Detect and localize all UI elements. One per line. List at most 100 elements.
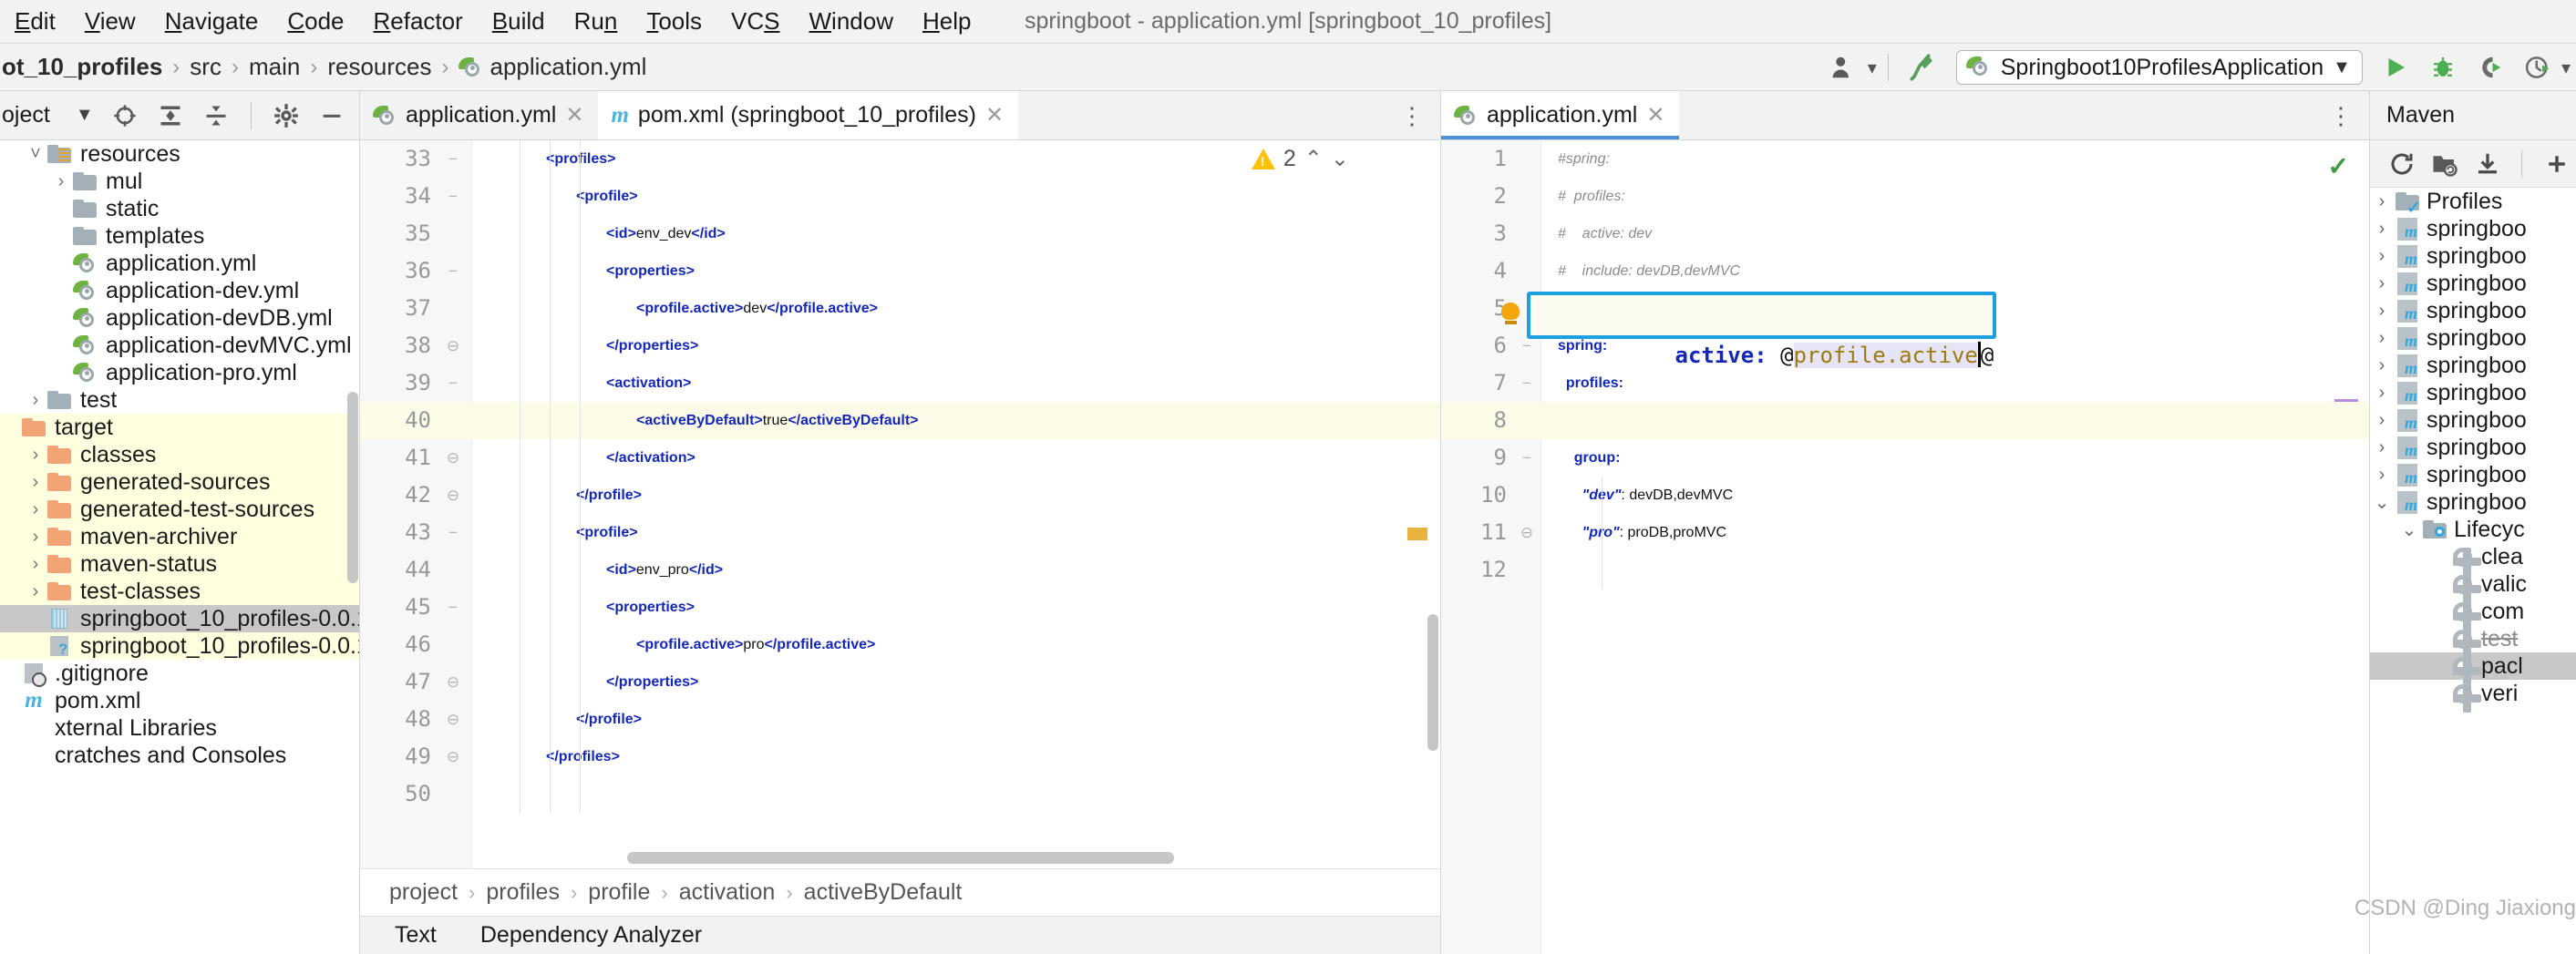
tree-item[interactable]: › maven-status	[0, 550, 359, 578]
maven-tree-item[interactable]: › springboo	[2370, 215, 2576, 242]
close-icon[interactable]: ✕	[985, 102, 1004, 128]
fold-marker-icon[interactable]: ⊖	[444, 663, 462, 701]
menu-help[interactable]: Help	[908, 7, 985, 36]
tree-twisty-icon[interactable]: ⌄	[2397, 518, 2421, 541]
maven-tree-item[interactable]: › springboo	[2370, 352, 2576, 379]
close-icon[interactable]: ✕	[565, 102, 583, 128]
user-icon[interactable]	[1820, 46, 1868, 88]
bottom-tab-text[interactable]: Text	[395, 922, 437, 949]
tree-item[interactable]: application-devDB.yml	[0, 304, 359, 332]
maven-tree-item[interactable]: ⌄ springboo	[2370, 488, 2576, 516]
tab-options-icon[interactable]: ⋮	[2325, 91, 2356, 140]
add-icon[interactable]	[2537, 144, 2576, 184]
menu-build[interactable]: Build	[478, 7, 560, 36]
expand-all-icon[interactable]	[149, 96, 192, 136]
tree-twisty-icon[interactable]: ›	[2370, 410, 2394, 431]
tree-twisty-icon[interactable]: ›	[26, 390, 46, 411]
tree-twisty-icon[interactable]: ›	[2370, 301, 2394, 322]
tree-twisty-icon[interactable]: ›	[2370, 465, 2394, 486]
horizontal-scrollbar[interactable]	[627, 852, 1174, 864]
maven-tree-item[interactable]: › springboo	[2370, 270, 2576, 297]
tree-twisty-icon[interactable]: ›	[26, 472, 46, 493]
tree-item[interactable]: › mul	[0, 168, 359, 195]
xml-breadcrumb-segment-1[interactable]: profiles	[486, 879, 560, 906]
tree-twisty-icon[interactable]: ⌄	[2370, 491, 2394, 514]
run-coverage-icon[interactable]	[2467, 46, 2514, 88]
breadcrumb-segment-4[interactable]: application.yml	[489, 53, 646, 81]
next-warning-icon[interactable]: ⌄	[1331, 146, 1349, 172]
reload-icon[interactable]	[2383, 144, 2422, 184]
tree-item[interactable]: springboot_10_profiles-0.0.1-	[0, 632, 359, 660]
tree-item[interactable]: m pom.xml	[0, 687, 359, 714]
maven-tree-item[interactable]: › springboo	[2370, 434, 2576, 461]
chevron-down-icon[interactable]: ▼	[76, 105, 94, 126]
tree-item[interactable]: application-pro.yml	[0, 359, 359, 386]
tree-twisty-icon[interactable]: ›	[51, 171, 71, 192]
tree-twisty-icon[interactable]: ›	[26, 499, 46, 520]
settings-gear-icon[interactable]	[264, 96, 308, 136]
tree-item[interactable]: application-dev.yml	[0, 277, 359, 304]
tree-item[interactable]: › test-classes	[0, 578, 359, 605]
maven-tree-item[interactable]: › springboo	[2370, 242, 2576, 270]
maven-tree-item[interactable]: › ✓ Profiles	[2370, 188, 2576, 219]
tree-twisty-icon[interactable]: ›	[26, 554, 46, 575]
maven-tree-item[interactable]: › springboo	[2370, 324, 2576, 352]
maven-tree-item[interactable]: ⌄ Lifecyc	[2370, 516, 2576, 543]
fold-marker-icon[interactable]: ⊖	[444, 327, 462, 364]
menu-window[interactable]: Window	[795, 7, 908, 36]
menu-navigate[interactable]: Navigate	[150, 7, 273, 36]
maven-tree-item[interactable]: › springboo	[2370, 297, 2576, 324]
xml-editor[interactable]: 2 ⌃ ⌄ 33−<profiles>34−<profile>35<id>env…	[360, 140, 1440, 954]
tree-item[interactable]: cratches and Consoles	[0, 742, 359, 769]
xml-breadcrumb-segment-3[interactable]: activation	[679, 879, 776, 906]
hide-panel-icon[interactable]	[310, 96, 354, 136]
tree-item[interactable]: springboot_10_profiles-0.0.1-	[0, 605, 359, 632]
menu-vcs[interactable]: VCS	[716, 7, 794, 36]
project-scrollbar[interactable]	[347, 392, 358, 583]
tree-item[interactable]: application-devMVC.yml	[0, 332, 359, 359]
maven-tree-item[interactable]: pacl	[2370, 652, 2576, 685]
xml-breadcrumb-segment-0[interactable]: project	[389, 879, 458, 906]
fold-marker-icon[interactable]: −	[1518, 439, 1536, 477]
menu-code[interactable]: Code	[273, 7, 358, 36]
breadcrumb-segment-3[interactable]: resources	[327, 53, 431, 81]
fold-marker-icon[interactable]: ⊖	[444, 738, 462, 775]
tree-item[interactable]: target	[0, 414, 359, 441]
maven-tree-item[interactable]: › springboo	[2370, 461, 2576, 488]
fold-marker-icon[interactable]: −	[444, 252, 462, 290]
chevron-down-icon[interactable]: ▼	[2333, 57, 2351, 78]
tree-item[interactable]: › generated-test-sources	[0, 496, 359, 523]
editor-tab[interactable]: m pom.xml (springboot_10_profiles) ✕	[598, 91, 1019, 139]
menu-edit[interactable]: Edit	[0, 7, 70, 36]
inline-rename-input[interactable]: active: @profile.active @	[1527, 292, 1996, 368]
editor-tab[interactable]: application.yml ✕	[1441, 91, 1680, 139]
tree-item[interactable]: static	[0, 195, 359, 222]
tree-item[interactable]: .gitignore	[0, 660, 359, 687]
maven-tree-item[interactable]: veri	[2370, 680, 2576, 713]
tree-twisty-icon[interactable]: ›	[26, 581, 46, 602]
tree-twisty-icon[interactable]: ›	[2370, 219, 2394, 240]
fold-marker-icon[interactable]: −	[444, 589, 462, 626]
run-icon[interactable]	[2372, 46, 2419, 88]
tree-twisty-icon[interactable]: ›	[2370, 383, 2394, 404]
fold-marker-icon[interactable]: ⊖	[444, 439, 462, 477]
chevron-down-icon[interactable]: ▾	[1868, 56, 1877, 79]
tree-item[interactable]: application.yml	[0, 250, 359, 277]
run-configuration-selector[interactable]: Springboot10ProfilesApplication ▼	[1955, 50, 2363, 85]
menu-view[interactable]: View	[70, 7, 150, 36]
editor-tab[interactable]: application.yml ✕	[360, 91, 599, 139]
fold-marker-icon[interactable]: −	[444, 178, 462, 215]
xml-breadcrumb-segment-2[interactable]: profile	[588, 879, 650, 906]
maven-tree[interactable]: ›✓Profiles›springboo›springboo›springboo…	[2370, 188, 2576, 954]
xml-breadcrumb-segment-4[interactable]: activeByDefault	[804, 879, 963, 906]
tree-item[interactable]: templates	[0, 222, 359, 250]
collapse-all-icon[interactable]	[194, 96, 238, 136]
tree-item[interactable]: › generated-sources	[0, 468, 359, 496]
fold-marker-icon[interactable]: ⊖	[1518, 514, 1536, 551]
tree-item[interactable]: xternal Libraries	[0, 714, 359, 742]
close-icon[interactable]: ✕	[1646, 102, 1664, 128]
build-hammer-icon[interactable]	[1900, 46, 1947, 88]
tree-twisty-icon[interactable]: ›	[2370, 355, 2394, 376]
menu-refactor[interactable]: Refactor	[359, 7, 478, 36]
tree-twisty-icon[interactable]: ˅	[26, 144, 46, 165]
